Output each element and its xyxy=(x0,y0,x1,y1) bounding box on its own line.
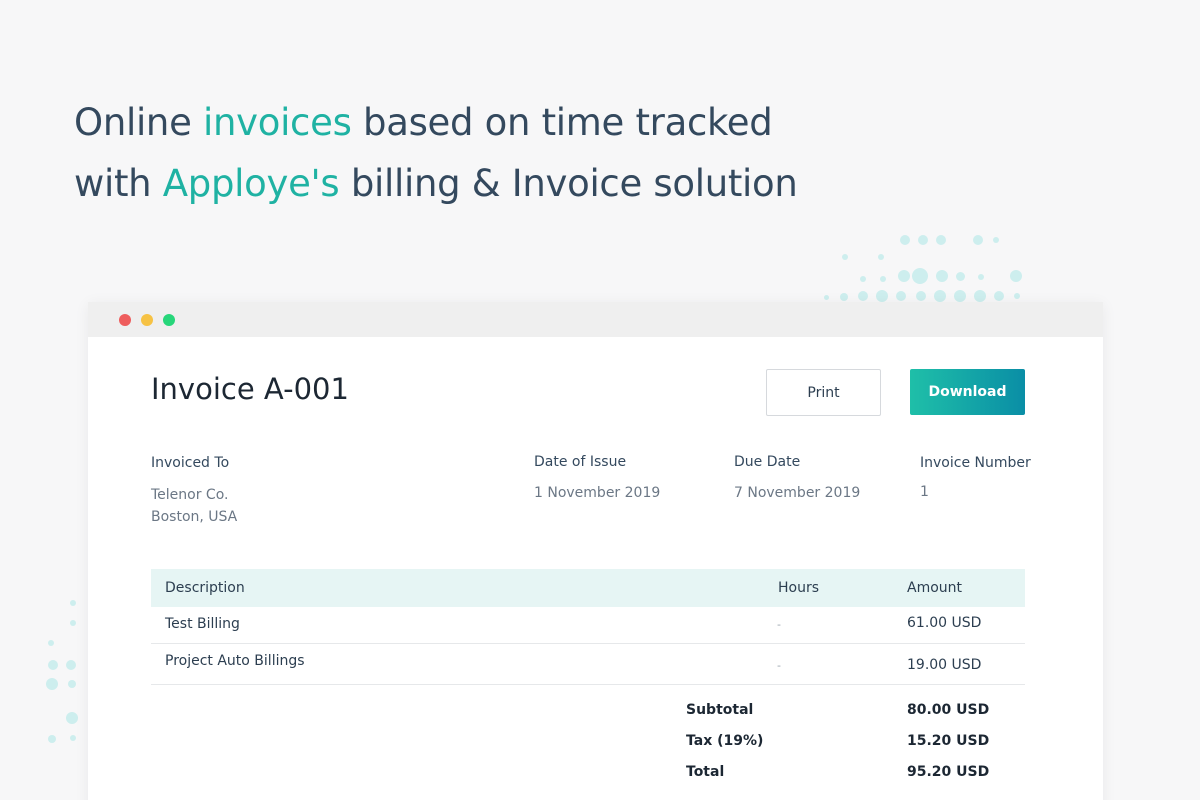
row-hours: - xyxy=(777,659,781,672)
invoice-number-label: Invoice Number xyxy=(920,455,1031,471)
tax-value: 15.20 USD xyxy=(907,733,990,749)
decorative-dots-top-right xyxy=(820,230,1040,305)
invoice-number-value: 1 xyxy=(920,484,929,500)
client-location: Boston, USA xyxy=(151,509,238,525)
column-header-amount: Amount xyxy=(907,580,963,596)
total-label: Total xyxy=(686,764,725,780)
invoice-title: Invoice A-001 xyxy=(151,372,349,406)
invoiced-to-label: Invoiced To xyxy=(151,455,230,471)
subtotal-value: 80.00 USD xyxy=(907,702,990,718)
row-description: Project Auto Billings xyxy=(165,653,305,669)
download-button[interactable]: Download xyxy=(910,369,1025,415)
maximize-window-dot-icon[interactable] xyxy=(163,314,175,326)
column-header-description: Description xyxy=(165,580,245,596)
due-date-label: Due Date xyxy=(734,454,801,470)
date-of-issue-value: 1 November 2019 xyxy=(534,485,661,501)
column-header-hours: Hours xyxy=(778,580,820,596)
due-date-value: 7 November 2019 xyxy=(734,485,861,501)
row-description: Test Billing xyxy=(165,616,240,632)
decorative-dots-left xyxy=(40,580,90,760)
subtotal-label: Subtotal xyxy=(686,702,754,718)
total-value: 95.20 USD xyxy=(907,764,990,780)
row-amount: 61.00 USD xyxy=(907,615,982,631)
headline-line-2: with Apploye's billing & Invoice solutio… xyxy=(74,162,798,205)
headline-accent-brand: Apploye's xyxy=(162,162,340,205)
table-header: Description Hours Amount xyxy=(151,569,1025,607)
print-button[interactable]: Print xyxy=(766,369,881,416)
headline-line-1: Online invoices based on time tracked xyxy=(74,101,773,144)
row-hours: - xyxy=(777,618,781,631)
invoice-items-table: Description Hours Amount Test Billing - … xyxy=(151,569,1025,685)
close-window-dot-icon[interactable] xyxy=(119,314,131,326)
minimize-window-dot-icon[interactable] xyxy=(141,314,153,326)
headline-accent-invoices: invoices xyxy=(203,101,352,144)
client-name: Telenor Co. xyxy=(151,487,229,503)
row-amount: 19.00 USD xyxy=(907,657,982,673)
page-headline: Online invoices based on time tracked wi… xyxy=(74,92,798,214)
table-row: Test Billing - 61.00 USD xyxy=(151,607,1025,644)
date-of-issue-label: Date of Issue xyxy=(534,454,627,470)
tax-label: Tax (19%) xyxy=(686,733,764,749)
table-row: Project Auto Billings - 19.00 USD xyxy=(151,644,1025,685)
window-titlebar xyxy=(88,302,1103,337)
invoice-window: Invoice A-001 Print Download Invoiced To… xyxy=(88,302,1103,800)
